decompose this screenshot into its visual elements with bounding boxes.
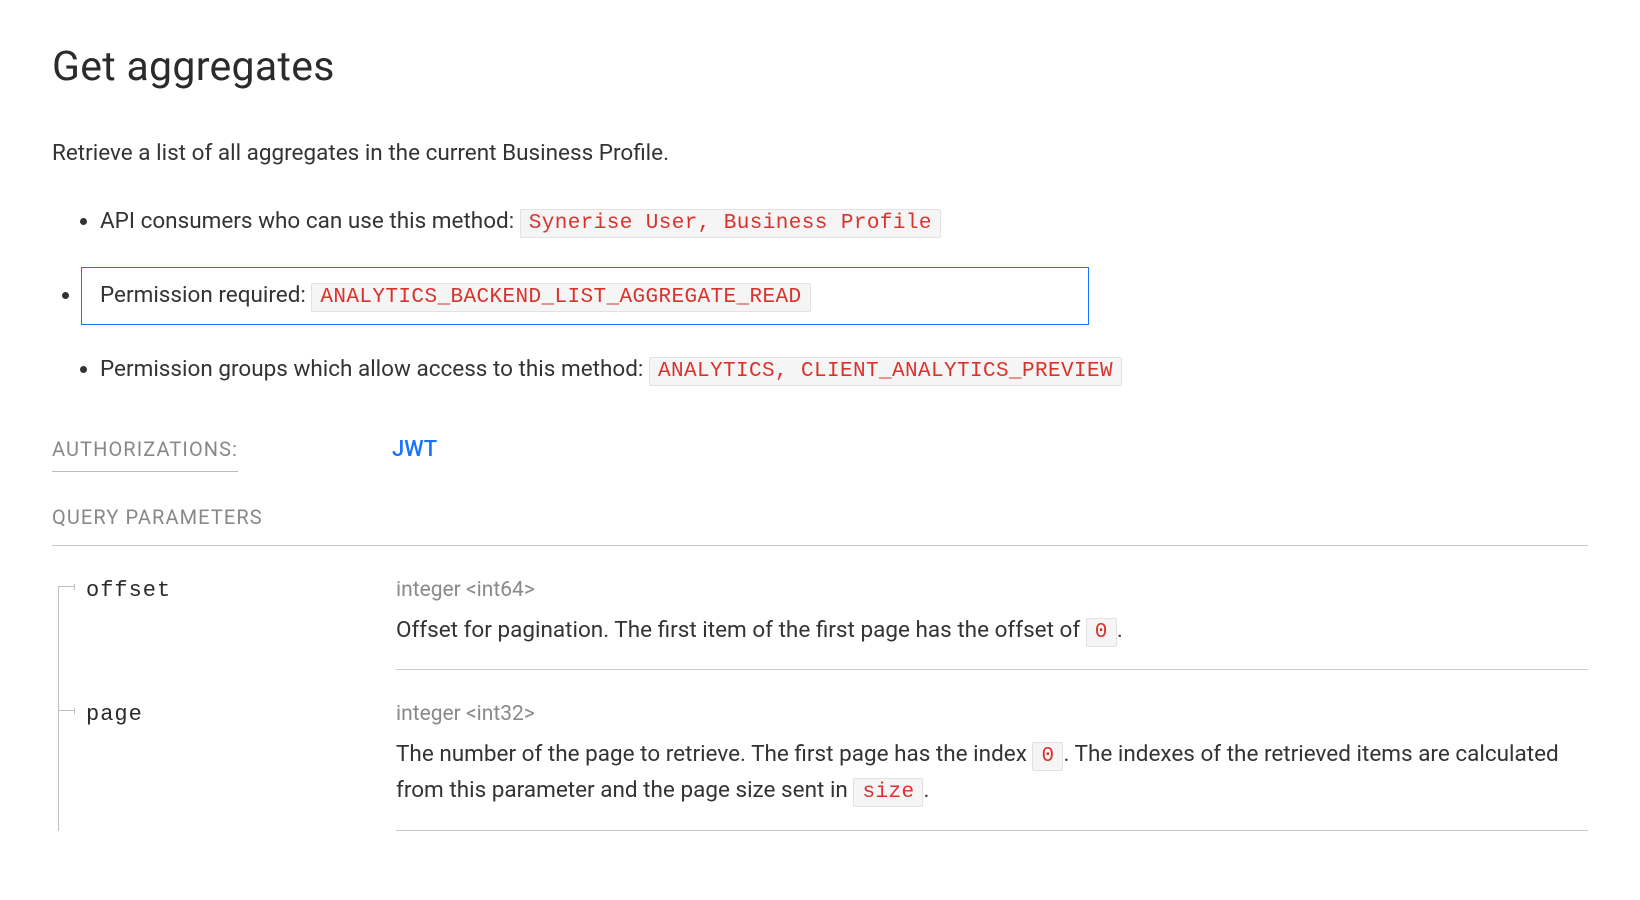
info-list: API consumers who can use this method: S… [52,194,1588,398]
code-badge: ANALYTICS_BACKEND_LIST_AGGREGATE_READ [311,283,810,312]
tree-connector-icon [52,670,86,831]
param-desc-text: . [1117,617,1123,643]
param-row: offset integer <int64> Offset for pagina… [52,546,1588,670]
param-desc-text: . [923,777,929,803]
param-row: page integer <int32> The number of the p… [52,670,1588,831]
code-badge: Synerise User, Business Profile [520,209,941,238]
page-title: Get aggregates [52,36,1588,100]
tree-connector-icon [52,546,86,670]
list-item: API consumers who can use this method: S… [100,194,1588,250]
param-description: Offset for pagination. The first item of… [396,613,1588,650]
code-badge: ANALYTICS, CLIENT_ANALYTICS_PREVIEW [649,357,1122,386]
param-desc-text: The number of the page to retrieve. The … [396,741,1032,767]
param-description: The number of the page to retrieve. The … [396,737,1588,810]
param-name: offset [86,546,396,670]
intro-text: Retrieve a list of all aggregates in the… [52,136,1588,171]
jwt-link[interactable]: JWT [392,437,437,462]
param-name: page [86,670,396,831]
query-parameters-heading: QUERY PARAMETERS [52,505,263,529]
code-badge: 0 [1086,618,1117,647]
list-item-highlighted: Permission required: ANALYTICS_BACKEND_L… [82,268,1088,324]
param-type: integer <int64> [396,574,1588,607]
list-item-label: Permission groups which allow access to … [100,356,649,382]
code-badge: 0 [1032,742,1063,771]
param-type: integer <int32> [396,698,1588,731]
authorizations-label: AUTHORIZATIONS: [52,434,238,472]
code-badge: size [853,778,923,807]
param-desc-text: Offset for pagination. The first item of… [396,617,1086,643]
list-item-label: Permission required: [100,282,311,308]
query-parameters-list: offset integer <int64> Offset for pagina… [52,546,1588,831]
list-item-label: API consumers who can use this method: [100,208,520,234]
list-item: Permission groups which allow access to … [100,342,1588,398]
authorizations-row: AUTHORIZATIONS: JWT [52,432,1588,472]
